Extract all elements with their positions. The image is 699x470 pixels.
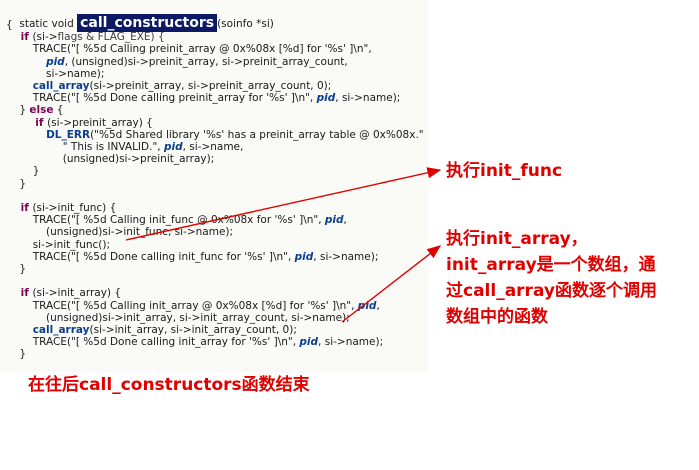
code-token: pid [46,55,65,68]
code-token: else [29,104,54,117]
annotation-init-array-line2: init_array是一个数组，通 [446,255,656,275]
code-token: , [343,214,347,227]
code-token: pid [324,214,344,227]
code-token: pid [299,336,319,349]
code-token: } [6,177,27,190]
code-token: { [53,104,64,117]
code-token: pid [294,250,314,263]
code-token: } [6,263,27,275]
code-token: pid [357,299,377,312]
code-token: pid [316,92,336,105]
code-token: TRACE("[ %5d Calling init_array @ 0x%08x… [6,299,358,312]
code-line: } [6,347,26,361]
code-token: flags & FLAG_EXE) { [57,31,165,44]
code-token: TRACE("[ %5d Done calling init_func for … [6,250,295,263]
code-line: TRACE("[ %5d Done calling init_func for … [6,250,379,264]
code-token: (si->init_array, si->init_array_count, 0… [89,324,297,336]
code-token: } [6,348,27,361]
code-token: (si->init_array) { [32,287,122,300]
code-token: (unsigned)si->init_func, si->name); [6,226,234,239]
code-token: } [6,104,30,117]
code-token: si->name); [6,67,105,80]
code-token: (unsigned)si->preinit_array); [6,153,215,166]
code-token: (si->init_func) { [32,202,117,214]
code-line: TRACE("[ %5d Done calling preinit_array … [6,91,401,105]
code-token: , (unsigned)si->preinit_array, si->prein… [64,55,348,68]
code-token: if [6,31,33,44]
code-token: TRACE("[ %5d Done calling preinit_array … [6,92,317,105]
code-line: TRACE("[ %5d Done calling init_array for… [6,335,383,349]
code-token: " This is INVALID.", [6,141,164,153]
code-token: } [6,165,40,178]
code-token: si->init_func(); [6,238,111,251]
code-line: } [6,177,26,191]
annotation-init-array-line4: 数组中的函数 [446,307,548,327]
code-token: , [376,299,380,312]
annotation-init-array-line1: 执行init_array， [446,229,588,249]
code-token: (si-> [32,31,58,44]
signature-suffix: (soinfo *si) [217,18,274,30]
code-token: call_array [32,324,90,336]
function-signature: static void call_constructors (soinfo *si… [6,2,274,32]
code-token: { [6,19,13,31]
code-token: pid [163,141,183,153]
code-token: call_array [32,80,90,92]
code-token: if [6,202,33,214]
code-token: TRACE("[ %5d Calling preinit_array @ 0x%… [6,43,372,56]
code-token: if [6,116,48,129]
code-token: (si->preinit_array, si->preinit_array_co… [89,80,332,92]
code-token: , si->name); [335,92,401,105]
annotation-end: 在往后call_constructors函数结束 [28,375,310,395]
code-token: , si->name); [318,336,384,349]
code-token: DL_ERR [46,128,91,141]
code-line: } [6,262,26,276]
code-token: ("%5d Shared library '%s' has a preinit_… [90,128,424,141]
annotation-init-func: 执行init_func [446,161,563,181]
annotation-init-array-line3: 过call_array函数逐个调用 [446,281,657,301]
signature-prefix: static void [19,18,78,30]
code-token: TRACE("[ %5d Calling init_func @ 0x%08x … [6,214,325,227]
code-token: TRACE("[ %5d Done calling init_array for… [6,336,300,349]
code-token: , si->name, [182,141,244,153]
code-token: if [6,287,33,300]
code-token: (unsigned)si->init_array, si->init_array… [6,311,350,324]
code-token: (si->preinit_array) { [47,116,153,129]
code-editor: static void call_constructors (soinfo *si… [0,0,428,372]
code-token: , si->name); [313,250,379,263]
